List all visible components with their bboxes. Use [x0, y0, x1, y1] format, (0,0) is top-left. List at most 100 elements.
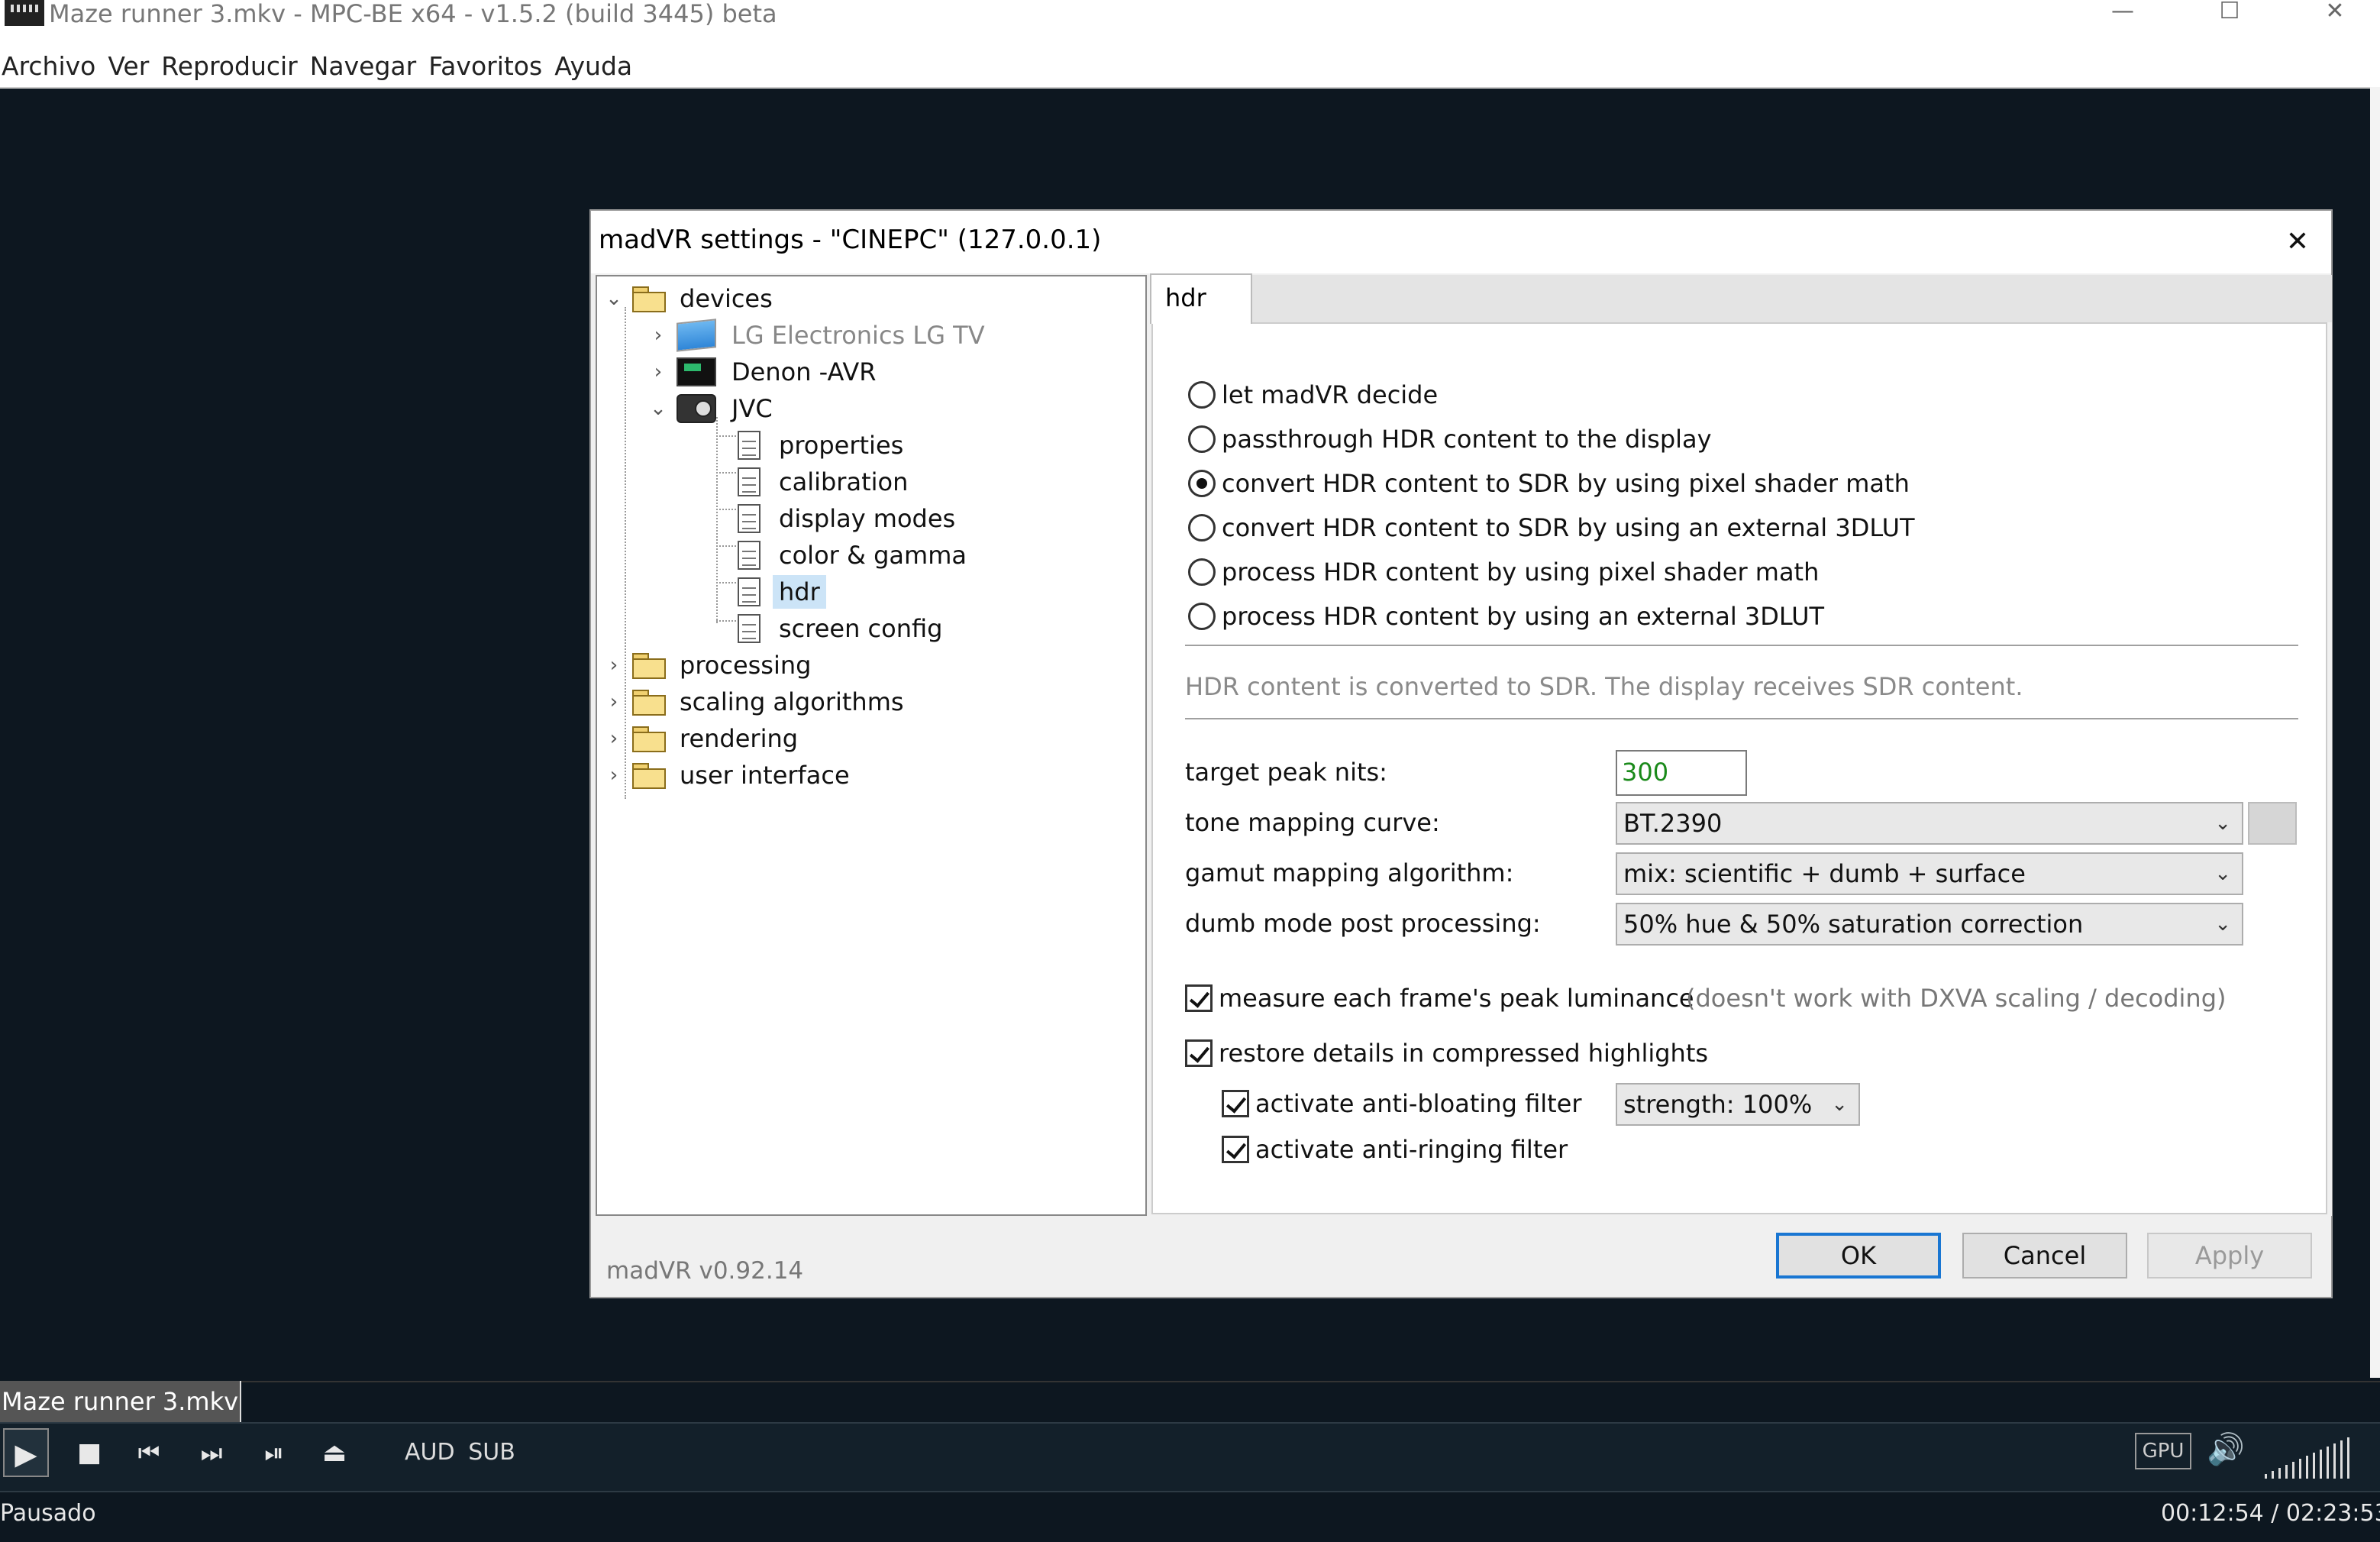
- radio-circle[interactable]: [1188, 558, 1216, 586]
- radio-convert-sdr-pixel-shader[interactable]: convert HDR content to SDR by using pixe…: [1188, 466, 1910, 501]
- expand-arrow-icon[interactable]: ›: [603, 654, 625, 677]
- tab-bar: [1151, 275, 2332, 322]
- volume-bar: [2272, 1471, 2274, 1479]
- mpc-app-icon: [5, 0, 44, 26]
- subtitle-track-button[interactable]: SUB: [467, 1428, 516, 1477]
- tree-node-rendering[interactable]: › rendering: [603, 721, 804, 756]
- tree-node-scaling-algorithms[interactable]: › scaling algorithms: [603, 684, 910, 719]
- playback-status: Pausado: [0, 1500, 96, 1527]
- menu-navegar[interactable]: Navegar: [308, 51, 416, 81]
- menu-archivo[interactable]: Archivo: [0, 51, 95, 81]
- anti-bloating-strength-dropdown[interactable]: strength: 100% ⌄: [1616, 1083, 1860, 1126]
- gamut-mapping-value: mix: scientific + dumb + surface: [1623, 859, 2026, 888]
- ok-button[interactable]: OK: [1776, 1233, 1941, 1279]
- tree-node-processing[interactable]: › processing: [603, 648, 817, 683]
- radio-let-madvr-decide[interactable]: let madVR decide: [1188, 377, 1438, 412]
- chevron-down-icon: ⌄: [1831, 1093, 1848, 1116]
- page-icon: [738, 577, 761, 606]
- dialog-close-button[interactable]: ✕: [2278, 223, 2317, 261]
- tree-node-jvc[interactable]: ⌄ JVC: [647, 391, 779, 426]
- strength-value: strength: 100%: [1623, 1090, 1813, 1119]
- minimize-button[interactable]: —: [2100, 0, 2146, 27]
- tree-node-properties[interactable]: properties: [738, 428, 909, 463]
- page-icon: [738, 541, 761, 570]
- expand-arrow-icon[interactable]: ›: [603, 690, 625, 713]
- player-controls-bar: [0, 1422, 2380, 1492]
- apply-button[interactable]: Apply: [2147, 1233, 2312, 1279]
- chevron-down-icon: ⌄: [2214, 812, 2231, 835]
- next-button[interactable]: ⏭: [192, 1428, 231, 1477]
- audio-track-button[interactable]: AUD: [405, 1428, 455, 1477]
- restore-details-checkbox[interactable]: restore details in compressed highlights: [1185, 1036, 1708, 1071]
- menu-bar: Archivo Ver Reproducir Navegar Favoritos…: [0, 44, 2380, 89]
- maximize-button[interactable]: ☐: [2207, 0, 2252, 27]
- dumb-mode-post-processing-label: dumb mode post processing:: [1185, 909, 1541, 938]
- previous-button[interactable]: ⏮: [130, 1428, 168, 1477]
- tree-node-lg-tv[interactable]: › LG Electronics LG TV: [647, 318, 991, 353]
- menu-favoritos[interactable]: Favoritos: [427, 51, 542, 81]
- radio-convert-sdr-3dlut[interactable]: convert HDR content to SDR by using an e…: [1188, 510, 1915, 545]
- tree-guide-line: [716, 620, 739, 622]
- tone-curve-settings-button[interactable]: [2248, 802, 2297, 845]
- tree-guide-line: [716, 472, 739, 474]
- volume-icon[interactable]: 🔊: [2207, 1431, 2245, 1467]
- play-button[interactable]: ▶: [3, 1428, 49, 1477]
- expand-arrow-icon[interactable]: ›: [647, 360, 669, 383]
- radio-circle[interactable]: [1188, 381, 1216, 409]
- cancel-button[interactable]: Cancel: [1962, 1233, 2127, 1279]
- anti-bloating-checkbox[interactable]: activate anti-bloating filter: [1222, 1086, 1582, 1121]
- tree-guide-line: [716, 435, 739, 437]
- tree-node-devices[interactable]: ⌄ devices: [603, 281, 779, 316]
- tone-mapping-curve-dropdown[interactable]: BT.2390 ⌄: [1616, 802, 2243, 845]
- target-peak-nits-input[interactable]: 300: [1616, 750, 1747, 796]
- radio-circle[interactable]: [1188, 603, 1216, 630]
- dumb-mode-value: 50% hue & 50% saturation correction: [1623, 910, 2084, 939]
- dialog-title: madVR settings - "CINEPC" (127.0.0.1): [599, 225, 1102, 255]
- settings-panel: let madVR decide passthrough HDR content…: [1151, 275, 2332, 1216]
- collapse-arrow-icon[interactable]: ⌄: [647, 397, 669, 420]
- tree-node-hdr[interactable]: hdr: [738, 574, 826, 609]
- right-edge-strip: [2370, 87, 2380, 1378]
- expand-arrow-icon[interactable]: ›: [603, 727, 625, 750]
- menu-ayuda[interactable]: Ayuda: [553, 51, 632, 81]
- menu-ver[interactable]: Ver: [106, 51, 149, 81]
- radio-circle[interactable]: [1188, 514, 1216, 541]
- volume-slider[interactable]: [2265, 1433, 2372, 1479]
- collapse-arrow-icon[interactable]: ⌄: [603, 287, 625, 310]
- checkbox-checked[interactable]: [1185, 984, 1213, 1012]
- window-close-button[interactable]: ✕: [2312, 0, 2358, 27]
- expand-arrow-icon[interactable]: ›: [647, 324, 669, 347]
- seek-bar[interactable]: [0, 1381, 2380, 1424]
- radio-process-hdr-3dlut[interactable]: process HDR content by using an external…: [1188, 599, 1824, 634]
- dumb-mode-post-processing-dropdown[interactable]: 50% hue & 50% saturation correction ⌄: [1616, 903, 2243, 946]
- tree-node-denon-avr[interactable]: › Denon -AVR: [647, 354, 882, 390]
- anti-ringing-checkbox[interactable]: activate anti-ringing filter: [1222, 1132, 1568, 1167]
- radio-process-hdr-pixel-shader[interactable]: process HDR content by using pixel shade…: [1188, 554, 1819, 590]
- tone-mapping-curve-label: tone mapping curve:: [1185, 808, 1440, 837]
- measure-peak-luminance-checkbox[interactable]: measure each frame's peak luminance: [1185, 981, 1694, 1016]
- radio-circle[interactable]: [1188, 425, 1216, 453]
- volume-bar: [2299, 1459, 2301, 1479]
- tab-hdr[interactable]: hdr: [1150, 273, 1252, 324]
- gamut-mapping-dropdown[interactable]: mix: scientific + dumb + surface ⌄: [1616, 852, 2243, 895]
- folder-icon: [632, 763, 666, 789]
- expand-arrow-icon[interactable]: ›: [603, 764, 625, 787]
- checkbox-checked[interactable]: [1185, 1039, 1213, 1067]
- menu-reproducir[interactable]: Reproducir: [160, 51, 297, 81]
- tree-node-user-interface[interactable]: › user interface: [603, 758, 856, 793]
- tree-node-calibration[interactable]: calibration: [738, 464, 914, 499]
- stop-button[interactable]: ■: [70, 1428, 108, 1477]
- volume-bar: [2340, 1440, 2343, 1479]
- volume-bar: [2265, 1474, 2267, 1479]
- tree-node-screen-config[interactable]: screen config: [738, 611, 948, 646]
- tree-node-display-modes[interactable]: display modes: [738, 501, 961, 536]
- settings-tree[interactable]: ⌄ devices › LG Electronics LG TV › Denon…: [596, 275, 1147, 1216]
- checkbox-checked[interactable]: [1222, 1136, 1249, 1163]
- folder-icon: [632, 690, 666, 716]
- radio-passthrough-hdr[interactable]: passthrough HDR content to the display: [1188, 422, 1712, 457]
- checkbox-checked[interactable]: [1222, 1090, 1249, 1117]
- tree-node-color-gamma[interactable]: color & gamma: [738, 538, 973, 573]
- eject-button[interactable]: ⏏: [313, 1428, 356, 1477]
- frame-step-button[interactable]: ⏯: [255, 1428, 293, 1477]
- radio-circle-selected[interactable]: [1188, 470, 1216, 497]
